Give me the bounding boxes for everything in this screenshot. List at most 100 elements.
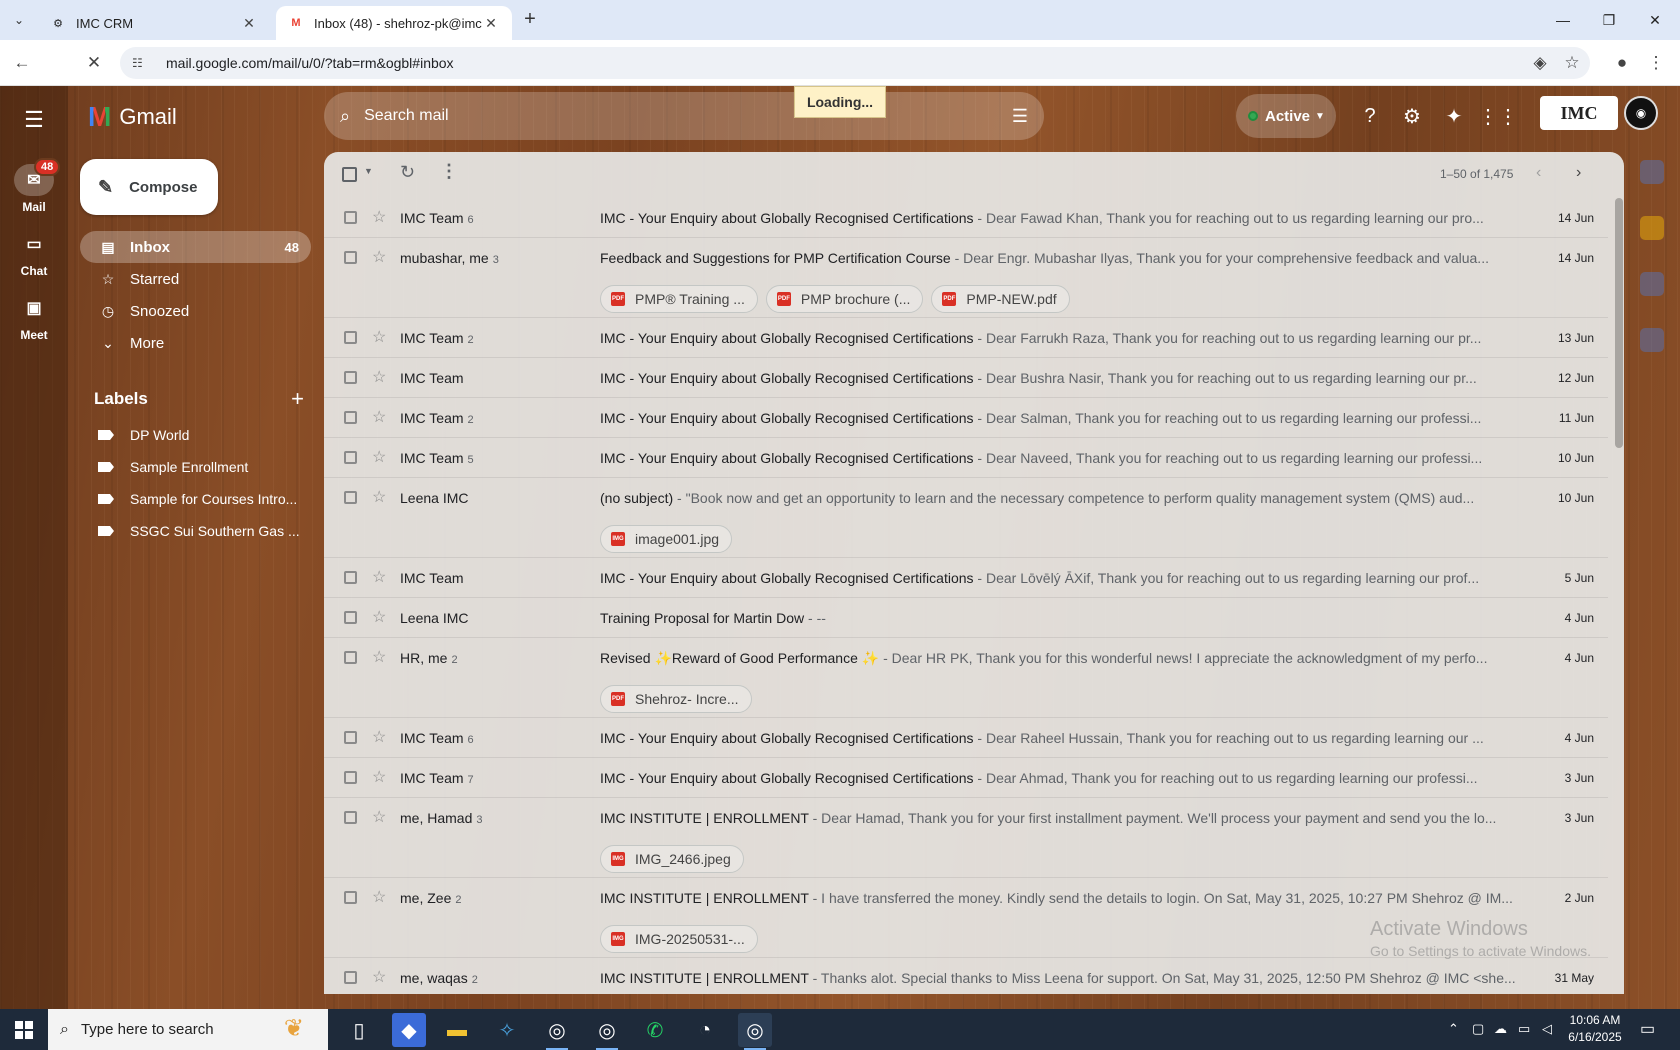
- label-item[interactable]: DP World: [80, 419, 311, 451]
- email-row[interactable]: ☆ IMC Team 2 IMC - Your Enquiry about Globa…: [324, 318, 1608, 358]
- select-all-checkbox[interactable]: [342, 167, 357, 182]
- row-checkbox[interactable]: [344, 611, 357, 624]
- row-checkbox[interactable]: [344, 411, 357, 424]
- volume-icon[interactable]: ◁: [1542, 1021, 1552, 1037]
- star-icon[interactable]: ☆: [372, 207, 386, 227]
- nav-starred[interactable]: ☆ Starred: [80, 263, 311, 295]
- bookmark-star-icon[interactable]: ☆: [1558, 49, 1586, 77]
- notifications-icon[interactable]: ▭: [1640, 1019, 1655, 1039]
- extension-icon[interactable]: ◈: [1526, 49, 1554, 77]
- tab-search-chevron-icon[interactable]: ⌄: [6, 8, 32, 32]
- row-checkbox[interactable]: [344, 811, 357, 824]
- search-icon[interactable]: ⌕: [340, 106, 350, 127]
- whatsapp-icon[interactable]: ✆: [638, 1013, 672, 1047]
- main-menu-icon[interactable]: ☰: [20, 106, 48, 134]
- row-checkbox[interactable]: [344, 251, 357, 264]
- row-checkbox[interactable]: [344, 211, 357, 224]
- clock-app-icon[interactable]: ◔: [688, 1013, 722, 1047]
- compose-button[interactable]: ✎ Compose: [80, 159, 218, 215]
- browser-tab-imc-crm[interactable]: ⚙ IMC CRM ✕: [38, 6, 270, 40]
- gmail-logo[interactable]: M Gmail: [88, 102, 177, 132]
- add-label-icon[interactable]: +: [291, 386, 304, 412]
- scrollbar-thumb[interactable]: [1615, 198, 1623, 448]
- attachment-chip[interactable]: IMG IMG-20250531-...: [600, 925, 758, 953]
- meet-now-icon[interactable]: ▢: [1472, 1021, 1484, 1037]
- star-icon[interactable]: ☆: [372, 887, 386, 907]
- browser-tab-gmail[interactable]: M Inbox (48) - shehroz-pk@imcce ✕: [276, 6, 512, 40]
- email-row[interactable]: ☆ IMC Team 6 IMC - Your Enquiry about Globa…: [324, 718, 1608, 758]
- more-options-icon[interactable]: ⋮: [440, 161, 458, 182]
- site-info-icon[interactable]: ☷: [132, 56, 150, 70]
- star-icon[interactable]: ☆: [372, 967, 386, 987]
- star-icon[interactable]: ☆: [372, 567, 386, 587]
- chrome-icon[interactable]: ◎: [738, 1013, 772, 1050]
- email-row[interactable]: ☆ IMC Team 5 IMC - Your Enquiry about Globa…: [324, 438, 1608, 478]
- new-tab-button[interactable]: +: [518, 8, 542, 32]
- status-selector[interactable]: Active ▼: [1236, 94, 1336, 138]
- email-row[interactable]: ☆ IMC Team IMC - Your Enquiry about Global…: [324, 558, 1608, 598]
- taskbar-clock[interactable]: 10:06 AM 6/16/2025: [1560, 1012, 1630, 1046]
- label-item[interactable]: Sample for Courses Intro...: [80, 483, 311, 515]
- attachment-chip[interactable]: PDF PMP brochure (...: [765, 285, 924, 313]
- email-row[interactable]: ☆ Leena IMC Training Proposal for Martin D…: [324, 598, 1608, 638]
- help-icon[interactable]: ?: [1356, 102, 1384, 130]
- list-scrollbar[interactable]: [1612, 198, 1624, 994]
- address-bar[interactable]: ☷ mail.google.com/mail/u/0/?tab=rm&ogbl#…: [120, 47, 1590, 79]
- email-row[interactable]: ☆ IMC Team 2 IMC - Your Enquiry about Globa…: [324, 398, 1608, 438]
- nav-snoozed[interactable]: ◷ Snoozed: [80, 295, 311, 327]
- row-checkbox[interactable]: [344, 651, 357, 664]
- apps-grid-icon[interactable]: ⋮⋮: [1478, 102, 1518, 130]
- gemini-sparkle-icon[interactable]: ✦: [1440, 102, 1468, 130]
- copilot-icon[interactable]: ◆: [392, 1013, 426, 1047]
- onedrive-icon[interactable]: ☁: [1494, 1021, 1507, 1037]
- account-avatar[interactable]: ◉: [1624, 96, 1658, 130]
- attachment-chip[interactable]: PDF Shehroz- Incre...: [600, 685, 752, 713]
- star-icon[interactable]: ☆: [372, 767, 386, 787]
- chrome-icon[interactable]: ◎: [540, 1013, 574, 1050]
- keep-icon[interactable]: [1640, 216, 1664, 240]
- loading-spinner-icon[interactable]: ✕: [80, 49, 108, 77]
- attachment-chip[interactable]: IMG image001.jpg: [600, 525, 733, 553]
- org-logo[interactable]: IMC: [1540, 96, 1618, 130]
- network-icon[interactable]: ▭: [1518, 1021, 1530, 1037]
- app-icon[interactable]: ✧: [490, 1013, 524, 1047]
- attachment-chip[interactable]: PDF PMP-NEW.pdf: [931, 285, 1070, 313]
- previous-page-icon[interactable]: ‹: [1536, 164, 1541, 182]
- email-row[interactable]: ☆ me, waqas 2 IMC INSTITUTE | ENROLLMENT - …: [324, 958, 1608, 994]
- star-icon[interactable]: ☆: [372, 647, 386, 667]
- task-view-icon[interactable]: ▯: [342, 1013, 376, 1047]
- calendar-icon[interactable]: [1640, 160, 1664, 184]
- rail-meet[interactable]: ▣ Meet: [6, 292, 62, 342]
- start-button[interactable]: [0, 1009, 48, 1050]
- row-checkbox[interactable]: [344, 891, 357, 904]
- star-icon[interactable]: ☆: [372, 447, 386, 467]
- email-row[interactable]: ☆ IMC Team 7 IMC - Your Enquiry about Globa…: [324, 758, 1608, 798]
- email-row[interactable]: ☆ me, Hamad 3 IMC INSTITUTE | ENROLLMENT - …: [324, 798, 1608, 878]
- file-explorer-icon[interactable]: ▬: [440, 1013, 474, 1047]
- search-bar[interactable]: ⌕ Search mail ☰: [324, 92, 1044, 140]
- browser-menu-icon[interactable]: ⋮: [1642, 49, 1670, 77]
- star-icon[interactable]: ☆: [372, 367, 386, 387]
- label-item[interactable]: SSGC Sui Southern Gas ...: [80, 515, 311, 547]
- search-input[interactable]: Search mail: [364, 107, 1012, 125]
- email-row[interactable]: ☆ Leena IMC (no subject) - "Book now and g…: [324, 478, 1608, 558]
- nav-more[interactable]: ⌄ More: [80, 327, 311, 359]
- close-tab-icon[interactable]: ✕: [240, 15, 258, 32]
- email-row[interactable]: ☆ mubashar, me 3 Feedback and Suggestions f…: [324, 238, 1608, 318]
- star-icon[interactable]: ☆: [372, 487, 386, 507]
- taskbar-search[interactable]: ⌕ Type here to search ❦: [48, 1009, 328, 1050]
- row-checkbox[interactable]: [344, 371, 357, 384]
- contacts-icon[interactable]: [1640, 328, 1664, 352]
- attachment-chip[interactable]: IMG IMG_2466.jpeg: [600, 845, 744, 873]
- star-icon[interactable]: ☆: [372, 327, 386, 347]
- email-row[interactable]: ☆ IMC Team 6 IMC - Your Enquiry about Globa…: [324, 198, 1608, 238]
- star-icon[interactable]: ☆: [372, 607, 386, 627]
- window-close-icon[interactable]: ✕: [1632, 0, 1678, 40]
- url-text[interactable]: mail.google.com/mail/u/0/?tab=rm&ogbl#in…: [166, 55, 454, 71]
- label-item[interactable]: Sample Enrollment: [80, 451, 311, 483]
- select-dropdown-icon[interactable]: ▼: [364, 166, 373, 176]
- attachment-chip[interactable]: PDF PMP® Training ...: [600, 285, 758, 313]
- rail-chat[interactable]: ▭ Chat: [6, 228, 62, 278]
- row-checkbox[interactable]: [344, 771, 357, 784]
- row-checkbox[interactable]: [344, 571, 357, 584]
